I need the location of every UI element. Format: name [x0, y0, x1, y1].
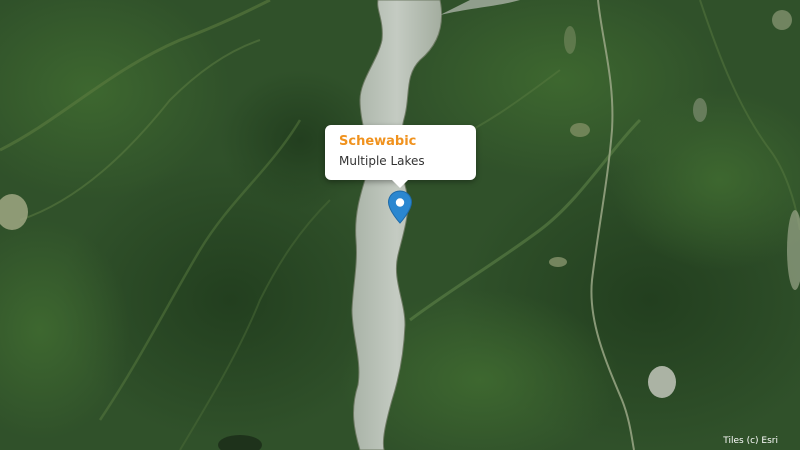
map-canvas[interactable]: Schewabic Multiple Lakes Tiles (c) Esri	[0, 0, 800, 450]
popup-subtitle: Multiple Lakes	[339, 154, 425, 168]
marker-popup[interactable]: Schewabic Multiple Lakes	[325, 125, 476, 188]
popup-title[interactable]: Schewabic	[339, 133, 462, 151]
map-pin-icon[interactable]	[387, 190, 413, 224]
satellite-basemap	[0, 0, 800, 450]
map-attribution: Tiles (c) Esri	[723, 436, 778, 446]
map-pin-dot	[395, 198, 405, 207]
map-pin-shape	[387, 190, 413, 224]
